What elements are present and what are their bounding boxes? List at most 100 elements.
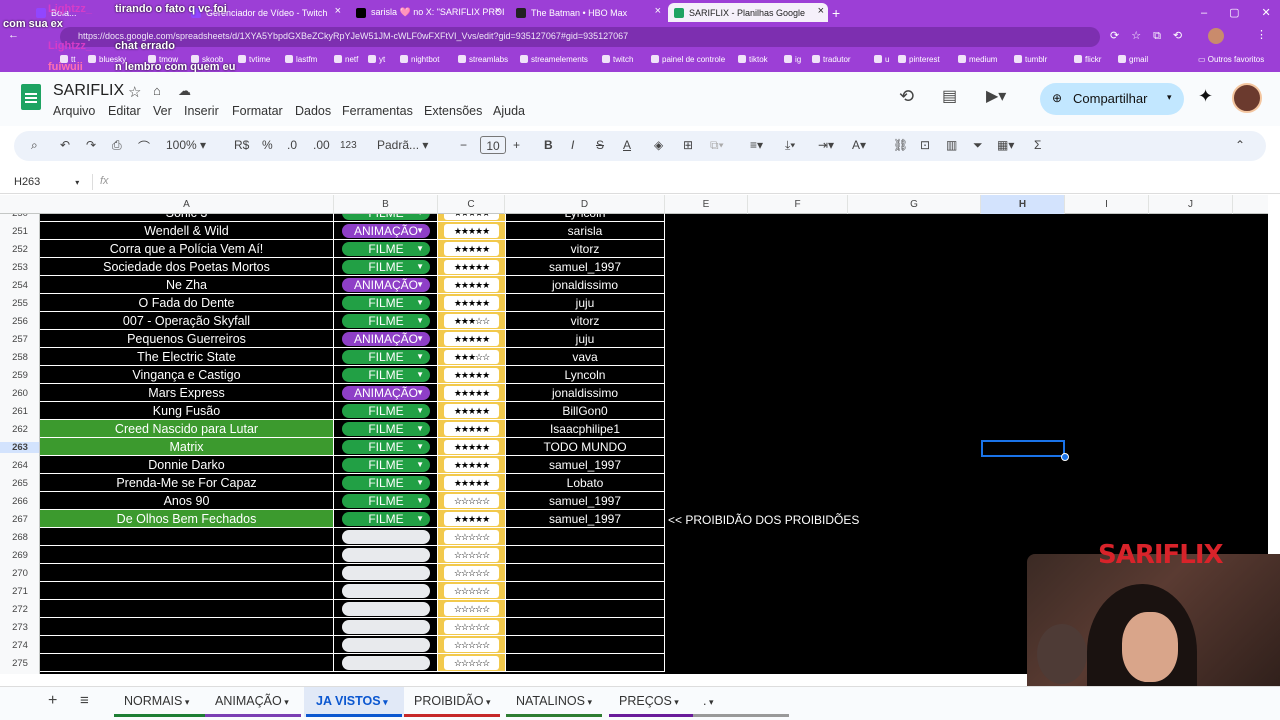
search-icon[interactable]: ⌕ (31, 138, 38, 153)
type-dropdown-chip[interactable] (342, 584, 430, 598)
bookmark-item[interactable]: netf (334, 55, 358, 64)
title-cell[interactable]: Anos 90 (40, 492, 334, 510)
bookmark-item[interactable]: nightbot (400, 55, 439, 64)
type-cell[interactable]: FILME ▼ (334, 312, 438, 330)
history-icon[interactable]: ⟲ (899, 86, 914, 107)
suggested-by-cell[interactable] (505, 582, 665, 600)
type-dropdown-chip[interactable] (342, 638, 430, 652)
title-cell[interactable]: Corra que a Polícia Vem Aí! (40, 240, 334, 258)
browser-tab[interactable]: sarisla 🩷 no X: "SARIFLIX PROIBIDO"× (350, 3, 505, 22)
column-header[interactable]: D (505, 195, 665, 214)
type-dropdown-chip[interactable]: FILME ▼ (342, 260, 430, 274)
rating-cell[interactable]: ★★★★★ (438, 402, 505, 420)
bookmark-item[interactable]: tiktok (738, 55, 768, 64)
dropdown-arrow-icon[interactable]: ▼ (416, 260, 424, 274)
type-cell[interactable]: FILME ▼ (334, 456, 438, 474)
strikethrough-button[interactable]: S (596, 138, 604, 152)
star-rating[interactable]: ★★★★★ (444, 242, 499, 256)
selected-cell[interactable] (981, 440, 1065, 457)
title-cell[interactable]: Sonic 3 (40, 214, 334, 222)
title-cell[interactable]: 007 - Operação Skyfall (40, 312, 334, 330)
suggested-by-cell[interactable] (505, 618, 665, 636)
title-cell[interactable]: Matrix (40, 438, 334, 456)
italic-button[interactable]: I (571, 138, 574, 152)
title-cell[interactable]: Kung Fusão (40, 402, 334, 420)
name-box[interactable]: H263 ▾ (14, 176, 79, 188)
title-cell[interactable] (40, 564, 334, 582)
bookmark-item[interactable]: streamelements (520, 55, 588, 64)
suggested-by-cell[interactable]: jonaldissimo (505, 384, 665, 402)
suggested-by-cell[interactable]: juju (505, 330, 665, 348)
type-dropdown-chip[interactable]: ANIMAÇÃO ▼ (342, 224, 430, 238)
type-dropdown-chip[interactable] (342, 602, 430, 616)
dropdown-arrow-icon[interactable]: ▼ (416, 512, 424, 526)
rating-cell[interactable]: ★★★★★ (438, 456, 505, 474)
font-size-decrease-button[interactable]: − (460, 138, 467, 152)
rating-cell[interactable]: ★★★☆☆ (438, 348, 505, 366)
type-cell[interactable]: FILME ▼ (334, 366, 438, 384)
filter-icon[interactable]: ⏷ (973, 138, 983, 153)
star-rating[interactable]: ★★★☆☆ (444, 350, 499, 364)
type-cell[interactable] (334, 546, 438, 564)
font-size-increase-button[interactable]: + (513, 138, 520, 152)
rating-cell[interactable]: ★★★★★ (438, 366, 505, 384)
rating-cell[interactable]: ★★★★★ (438, 474, 505, 492)
currency-button[interactable]: R$ (234, 138, 249, 152)
fill-handle[interactable] (1061, 453, 1069, 461)
star-rating[interactable]: ★★★★★ (444, 214, 499, 220)
type-cell[interactable]: FILME ▼ (334, 240, 438, 258)
suggested-by-cell[interactable]: vava (505, 348, 665, 366)
star-rating[interactable]: ★★★★★ (444, 404, 499, 418)
suggested-by-cell[interactable]: Isaacphilipe1 (505, 420, 665, 438)
menu-item[interactable]: Arquivo (53, 104, 95, 118)
text-rotation-icon[interactable]: A▾ (852, 138, 866, 152)
suggested-by-cell[interactable]: Lobato (505, 474, 665, 492)
type-dropdown-chip[interactable]: FILME ▼ (342, 242, 430, 256)
type-dropdown-chip[interactable]: FILME ▼ (342, 214, 430, 220)
row-number[interactable]: 265 (0, 478, 39, 489)
star-rating[interactable]: ★★★★★ (444, 476, 499, 490)
chevron-down-icon[interactable]: ▾ (1167, 92, 1172, 103)
rating-cell[interactable]: ★★★★★ (438, 510, 505, 528)
chevron-down-icon[interactable]: ▾ (585, 697, 593, 707)
type-cell[interactable] (334, 618, 438, 636)
rating-cell[interactable]: ★★★★★ (438, 294, 505, 312)
dropdown-arrow-icon[interactable]: ▼ (416, 422, 424, 436)
move-folder-icon[interactable]: ⌂ (153, 83, 161, 98)
title-cell[interactable]: Mars Express (40, 384, 334, 402)
suggested-by-cell[interactable] (505, 546, 665, 564)
rating-cell[interactable]: ☆☆☆☆☆ (438, 582, 505, 600)
star-rating[interactable]: ☆☆☆☆☆ (444, 494, 499, 508)
dropdown-arrow-icon[interactable]: ▼ (416, 476, 424, 490)
bookmark-item[interactable]: medium (958, 55, 997, 64)
gemini-icon[interactable]: ✦ (1198, 86, 1213, 107)
title-cell[interactable] (40, 582, 334, 600)
bookmark-item[interactable]: streamlabs (458, 55, 508, 64)
star-rating[interactable]: ☆☆☆☆☆ (444, 548, 499, 562)
sheet-tab[interactable]: . ▾ (703, 694, 714, 708)
star-rating[interactable]: ★★★★★ (444, 422, 499, 436)
row-number[interactable]: 254 (0, 280, 39, 291)
star-rating[interactable]: ★★★☆☆ (444, 314, 499, 328)
all-sheets-icon[interactable]: ≡ (80, 692, 89, 709)
bookmark-item[interactable]: gmail (1118, 55, 1148, 64)
row-number[interactable]: 273 (0, 622, 39, 633)
row-number[interactable]: 252 (0, 244, 39, 255)
star-rating[interactable]: ★★★★★ (444, 224, 499, 238)
bookmark-item[interactable]: tradutor (812, 55, 851, 64)
type-dropdown-chip[interactable] (342, 530, 430, 544)
type-dropdown-chip[interactable]: FILME ▼ (342, 404, 430, 418)
browser-tab-active[interactable]: SARIFLIX - Planilhas Google × (668, 3, 828, 22)
star-rating[interactable]: ★★★★★ (444, 512, 499, 526)
type-dropdown-chip[interactable]: FILME ▼ (342, 314, 430, 328)
chevron-down-icon[interactable]: ▾ (706, 697, 714, 707)
align-horizontal-icon[interactable]: ≡▾ (750, 138, 763, 152)
bookmark-item[interactable]: tvtime (238, 55, 270, 64)
row-number[interactable]: 272 (0, 604, 39, 615)
dropdown-arrow-icon[interactable]: ▼ (416, 368, 424, 382)
sheet-tab[interactable]: ANIMAÇÃO ▾ (215, 694, 289, 708)
title-cell[interactable]: Prenda-Me se For Capaz (40, 474, 334, 492)
rating-cell[interactable]: ☆☆☆☆☆ (438, 528, 505, 546)
star-rating[interactable]: ☆☆☆☆☆ (444, 602, 499, 616)
rating-cell[interactable]: ★★★★★ (438, 222, 505, 240)
